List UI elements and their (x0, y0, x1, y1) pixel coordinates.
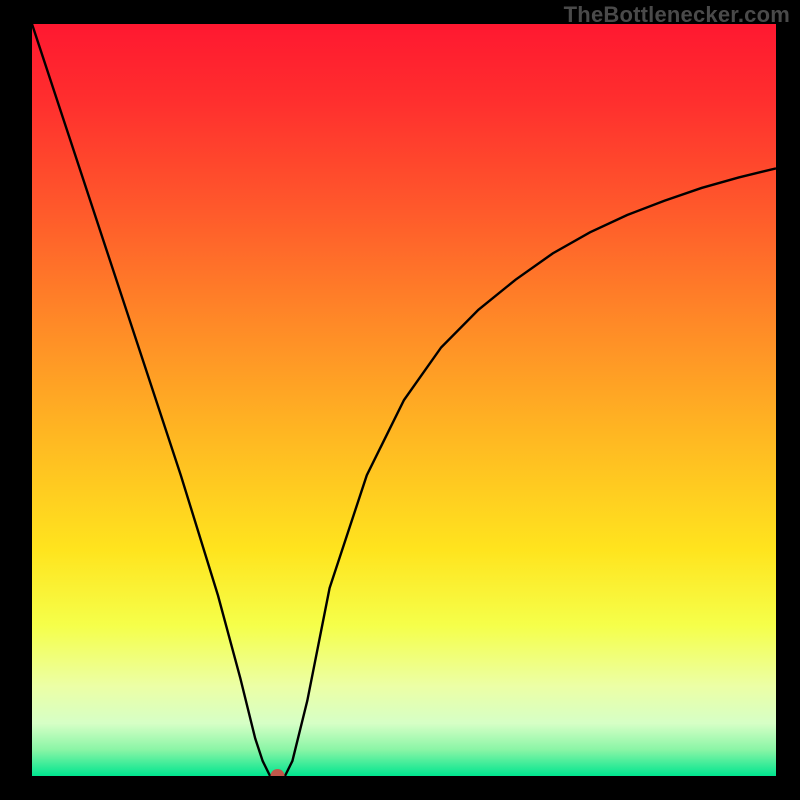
plot-area (32, 24, 776, 776)
chart-frame: TheBottlenecker.com (0, 0, 800, 800)
chart-svg (32, 24, 776, 776)
